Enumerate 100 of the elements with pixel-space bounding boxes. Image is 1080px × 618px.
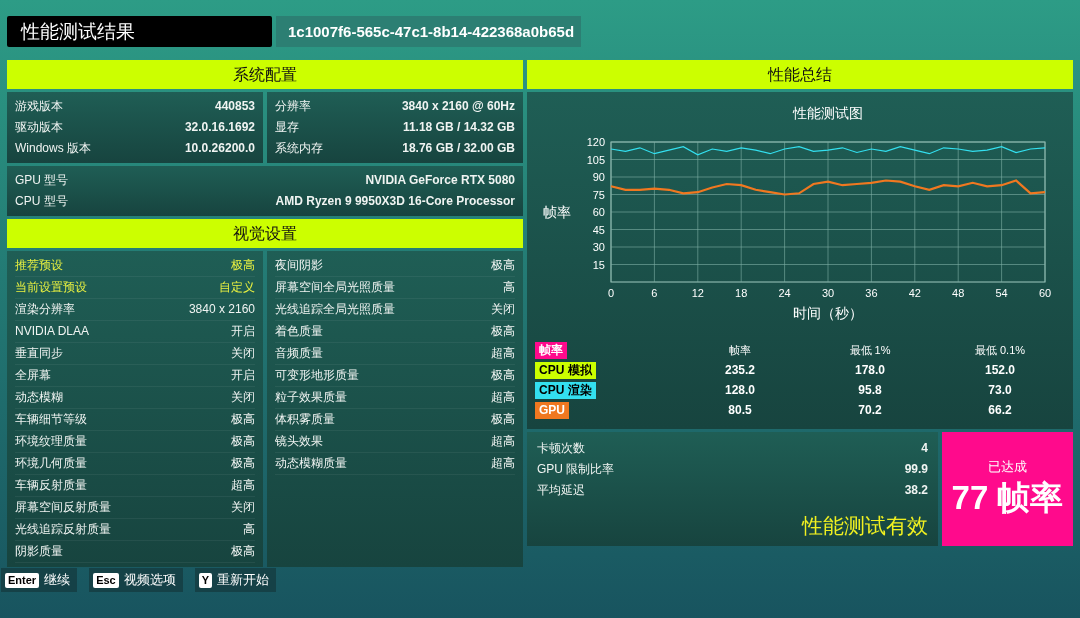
setting-label: 环境纹理质量: [15, 433, 87, 450]
column-header: 最低 0.1%: [973, 343, 1027, 358]
stat-label: 卡顿次数: [537, 440, 585, 457]
footer-button[interactable]: Enter 继续: [1, 568, 78, 592]
setting-label: 系统内存: [275, 140, 323, 157]
y-tick-label: 75: [592, 188, 605, 201]
setting-value: 10.0.26200.0: [184, 140, 255, 157]
hardware-value: NVIDIA GeForce RTX 5080: [365, 172, 515, 189]
section-header: 性能总结: [527, 60, 1073, 89]
setting-label: 驱动版本: [15, 119, 63, 136]
setting-value: 极高: [231, 411, 255, 428]
setting-value: 极高: [491, 411, 515, 428]
setting-value: 极高: [491, 257, 515, 274]
setting-value: 32.0.16.1692: [184, 119, 255, 136]
setting-value: 关闭: [491, 301, 515, 318]
series-badge: GPU: [535, 401, 569, 419]
stat-value: 4: [921, 440, 928, 457]
setting-label: 全屏幕: [15, 367, 51, 384]
setting-label: 光线追踪全局光照质量: [275, 301, 395, 318]
table-cell-text: 178.0: [854, 362, 886, 379]
setting-value: 极高: [231, 433, 255, 450]
setting-label: 当前设置预设: [15, 279, 87, 296]
setting-value: 极高: [231, 543, 255, 560]
setting-label: 可变形地形质量: [275, 367, 359, 384]
section-header: 系统配置: [7, 60, 523, 89]
table-cell-text: 95.8: [857, 382, 883, 399]
achievement-caption: 已达成: [988, 457, 1027, 476]
table-cell-text: 152.0: [984, 362, 1016, 379]
setting-value: 开启: [231, 323, 255, 340]
x-tick-label: 30: [821, 287, 835, 299]
x-tick-label: 54: [995, 287, 1008, 299]
setting-label: 渲染分辨率: [15, 301, 75, 318]
key-icon: Y: [198, 572, 213, 588]
setting-label: 光线追踪反射质量: [15, 521, 111, 538]
setting-label: 垂直同步: [15, 345, 63, 362]
setting-value: 极高: [491, 323, 515, 340]
key-icon: Esc: [93, 572, 119, 588]
setting-label: 分辨率: [275, 98, 311, 115]
setting-label: 着色质量: [275, 323, 323, 340]
setting-label: 动态模糊质量: [275, 455, 347, 472]
y-tick-label: 15: [592, 258, 605, 271]
x-tick-label: 24: [778, 287, 791, 299]
setting-value: 高: [243, 521, 255, 538]
legend-badge: 帧率: [535, 341, 567, 359]
series-badge: CPU 渲染: [535, 381, 596, 399]
setting-label: 车辆细节等级: [15, 411, 87, 428]
chart-title: 性能测试图: [793, 105, 863, 121]
y-tick-label: 105: [586, 153, 605, 166]
setting-label: 屏幕空间全局光照质量: [275, 279, 395, 296]
hardware-value: AMD Ryzen 9 9950X3D 16-Core Processor: [275, 193, 515, 210]
achievement-value: 77 帧率: [951, 477, 1064, 518]
hardware-label: GPU 型号: [15, 172, 69, 189]
stat-value: 38.2: [904, 482, 928, 499]
setting-value: 18.76 GB / 32.00 GB: [402, 140, 515, 157]
setting-label: 显存: [275, 119, 299, 136]
table-cell-text: 235.2: [724, 362, 756, 379]
setting-value: 极高: [231, 257, 255, 274]
setting-value: 超高: [231, 477, 255, 494]
setting-label: 动态模糊: [15, 389, 63, 406]
x-tick-label: 42: [908, 287, 921, 299]
table-cell-text: 66.2: [987, 402, 1013, 419]
setting-value: 超高: [491, 455, 515, 472]
setting-value: 超高: [491, 433, 515, 450]
setting-value: 3840 x 2160 @ 60Hz: [401, 98, 515, 115]
setting-label: 游戏版本: [15, 98, 63, 115]
key-icon: Enter: [5, 572, 40, 588]
x-tick-label: 60: [1038, 287, 1052, 299]
stat-value: 99.9: [904, 461, 928, 478]
setting-label: 镜头效果: [275, 433, 323, 450]
y-tick-label: 120: [586, 136, 605, 148]
stat-label: 平均延迟: [537, 482, 585, 499]
x-axis-label: 时间（秒）: [793, 305, 863, 321]
setting-value: 极高: [491, 367, 515, 384]
setting-value: 超高: [491, 389, 515, 406]
setting-value: 关闭: [231, 345, 255, 362]
setting-value: 关闭: [231, 499, 255, 516]
setting-label: 环境几何质量: [15, 455, 87, 472]
setting-label: 音频质量: [275, 345, 323, 362]
setting-label: 推荐预设: [15, 257, 63, 274]
run-id: 1c1007f6-565c-47c1-8b14-422368a0b65d: [276, 16, 581, 47]
setting-label: 车辆反射质量: [15, 477, 87, 494]
x-tick-label: 0: [607, 287, 615, 299]
setting-label: 阴影质量: [15, 543, 63, 560]
column-header: 最低 1%: [848, 343, 892, 358]
setting-value: 3840 x 2160: [188, 301, 255, 318]
footer-button[interactable]: Esc 视频选项: [89, 568, 183, 592]
setting-label: 屏幕空间反射质量: [15, 499, 111, 516]
table-cell-text: 80.5: [727, 402, 753, 419]
setting-label: 夜间阴影: [275, 257, 323, 274]
page-title: 性能测试结果: [7, 16, 272, 47]
validity-status: 性能测试有效: [802, 513, 928, 539]
table-cell-text: 70.2: [857, 402, 883, 419]
x-tick-label: 36: [865, 287, 878, 299]
setting-value: 自定义: [219, 279, 255, 296]
setting-value: 极高: [231, 455, 255, 472]
setting-label: 粒子效果质量: [275, 389, 347, 406]
x-tick-label: 6: [651, 287, 658, 299]
setting-value: 高: [503, 279, 515, 296]
footer-button[interactable]: Y 重新开始: [194, 568, 277, 592]
table-cell-text: 73.0: [987, 382, 1013, 399]
